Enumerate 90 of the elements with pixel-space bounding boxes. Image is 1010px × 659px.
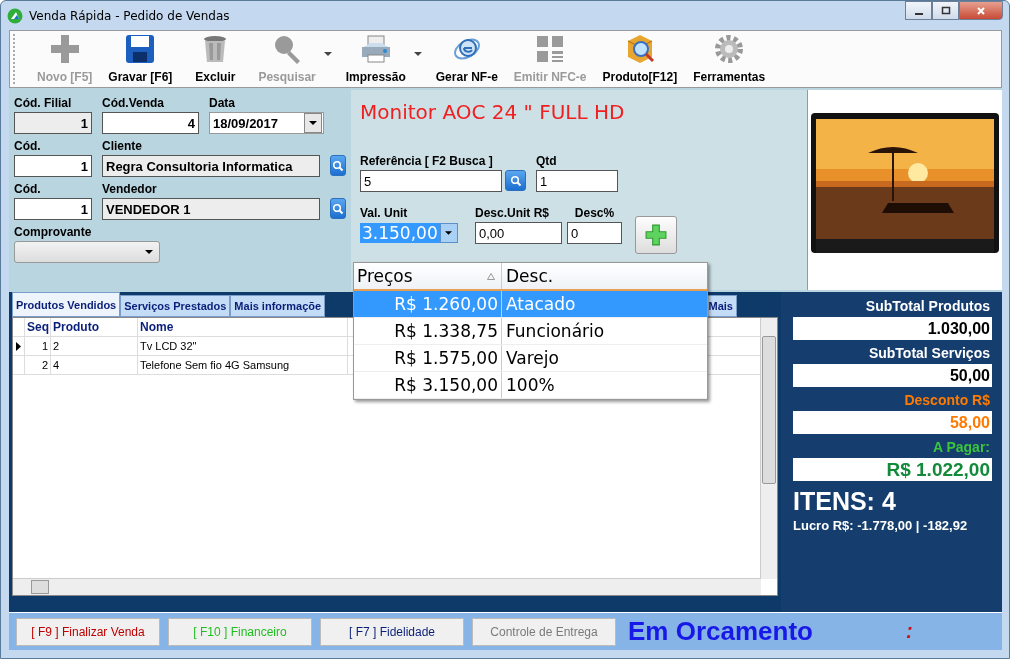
tab[interactable]: Mais informaçõe bbox=[230, 295, 326, 317]
column-header[interactable]: Produto bbox=[51, 318, 138, 336]
horizontal-scrollbar[interactable] bbox=[13, 578, 761, 595]
input-field[interactable]: VENDEDOR 1 bbox=[102, 198, 320, 220]
close-button[interactable] bbox=[959, 1, 1003, 20]
summary-value: 58,00 bbox=[793, 411, 992, 434]
summary-label: SubTotal Produtos bbox=[864, 298, 990, 314]
column-header[interactable]: Preços bbox=[354, 263, 502, 289]
field-label: Cód.Venda bbox=[102, 96, 165, 110]
caret-icon bbox=[309, 121, 317, 125]
caret-icon bbox=[445, 231, 453, 235]
input-field[interactable]: 0 bbox=[567, 222, 622, 244]
product-name: Monitor AOC 24 " FULL HD bbox=[360, 100, 626, 124]
items-count: ITENS: 4 bbox=[793, 487, 897, 516]
search-button[interactable] bbox=[330, 198, 346, 219]
column-header[interactable]: Seq bbox=[25, 318, 51, 336]
field-label: Desc.Unit R$ bbox=[475, 206, 551, 220]
search-icon bbox=[509, 174, 522, 187]
caret-icon bbox=[145, 250, 153, 254]
search-icon bbox=[332, 159, 344, 172]
table-cell: 4 bbox=[51, 356, 138, 374]
plus-icon bbox=[48, 33, 81, 65]
maximize-icon bbox=[940, 5, 951, 16]
dropdown-arrow-icon[interactable] bbox=[413, 51, 422, 56]
table-cell: 2 bbox=[25, 356, 51, 374]
toolbar-button[interactable]: Ferramentas bbox=[685, 33, 774, 84]
plus-icon bbox=[645, 224, 667, 246]
summary-label: Desconto R$ bbox=[903, 392, 990, 408]
footer-button[interactable]: Controle de Entrega bbox=[472, 617, 616, 646]
summary-value: 1.030,00 bbox=[793, 317, 992, 340]
search-button[interactable] bbox=[330, 155, 346, 176]
field-label: Referência [ F2 Busca ] bbox=[360, 154, 494, 168]
price-option[interactable]: R$ 1.575,00 Varejo bbox=[354, 345, 707, 372]
status-mark: : bbox=[905, 620, 913, 643]
field-label: Cód. bbox=[14, 182, 42, 196]
toolbar-button[interactable]: Gravar [F6] bbox=[100, 33, 181, 84]
input-field[interactable]: 0,00 bbox=[475, 222, 562, 244]
add-button[interactable] bbox=[635, 216, 677, 254]
field-label: Cliente bbox=[102, 139, 143, 153]
input-field[interactable]: 1 bbox=[14, 155, 92, 177]
footer-button[interactable]: [ F7 ] Fidelidade bbox=[320, 617, 464, 646]
table-cell: Telefone Sem fio 4G Samsung bbox=[138, 356, 348, 374]
minimize-icon bbox=[914, 12, 923, 15]
field-label: Val. Unit bbox=[360, 206, 409, 220]
toolbar-button[interactable]: Impressão bbox=[337, 33, 414, 84]
field-label: Comprovante bbox=[14, 225, 93, 239]
settings-icon bbox=[713, 33, 746, 65]
price-option[interactable]: R$ 3.150,00 100% bbox=[354, 372, 707, 399]
tab[interactable]: Serviços Prestados bbox=[120, 295, 231, 317]
status-text: Em Orcamento bbox=[628, 616, 813, 647]
price-option[interactable]: R$ 1.338,75 Funcionário bbox=[354, 318, 707, 345]
table-cell: 2 bbox=[51, 337, 138, 355]
input-field[interactable]: 1 bbox=[14, 112, 92, 134]
column-header[interactable]: Desc. bbox=[502, 263, 707, 289]
input-field[interactable]: 4 bbox=[102, 112, 199, 134]
footer-button[interactable]: [ F9 ] Finalizar Venda bbox=[16, 617, 160, 646]
tab[interactable]: Produtos Vendidos bbox=[12, 292, 121, 317]
input-field[interactable]: 1 bbox=[14, 198, 92, 220]
column-header[interactable]: Nome bbox=[138, 318, 348, 336]
field-label: Cód. Filial bbox=[14, 96, 73, 110]
window-title: Venda Rápida - Pedido de Vendas bbox=[29, 8, 230, 23]
input-field[interactable]: 5 bbox=[360, 170, 502, 192]
dropdown-field[interactable] bbox=[14, 241, 160, 263]
field-label: Desc% bbox=[573, 206, 616, 220]
search-icon bbox=[332, 202, 344, 215]
app-logo-icon bbox=[7, 7, 23, 24]
field-label: Vendedor bbox=[102, 182, 158, 196]
sort-icon bbox=[487, 272, 495, 280]
input-field[interactable]: 1 bbox=[536, 170, 618, 192]
summary-label: SubTotal Serviços bbox=[867, 345, 990, 361]
field-label: Data bbox=[209, 96, 236, 110]
summary-label: A Pagar: bbox=[931, 439, 990, 455]
profit-text: Lucro R$: -1.778,00 | -182,92 bbox=[793, 518, 969, 533]
search-button[interactable] bbox=[505, 170, 526, 191]
summary-value: 50,00 bbox=[793, 364, 992, 387]
vertical-scrollbar[interactable] bbox=[760, 318, 777, 579]
toolbar-button[interactable]: Gerar NF-e bbox=[427, 33, 506, 84]
summary-value: R$ 1.022,00 bbox=[793, 458, 992, 481]
field-label: Cód. bbox=[14, 139, 42, 153]
table-cell: 1 bbox=[25, 337, 51, 355]
field-label: Qtd bbox=[536, 154, 558, 168]
printer-icon bbox=[359, 33, 392, 65]
close-icon bbox=[976, 5, 986, 16]
toolbar-button[interactable]: Excluir bbox=[180, 33, 251, 84]
date-field[interactable]: 18/09/2017 bbox=[209, 112, 324, 134]
maximize-button[interactable] bbox=[932, 1, 959, 20]
input-field[interactable]: Regra Consultoria Informatica bbox=[102, 155, 320, 177]
table-cell: Tv LCD 32" bbox=[138, 337, 348, 355]
toolbar-button[interactable]: Produto[F12] bbox=[594, 33, 686, 84]
minimize-button[interactable] bbox=[905, 1, 932, 20]
